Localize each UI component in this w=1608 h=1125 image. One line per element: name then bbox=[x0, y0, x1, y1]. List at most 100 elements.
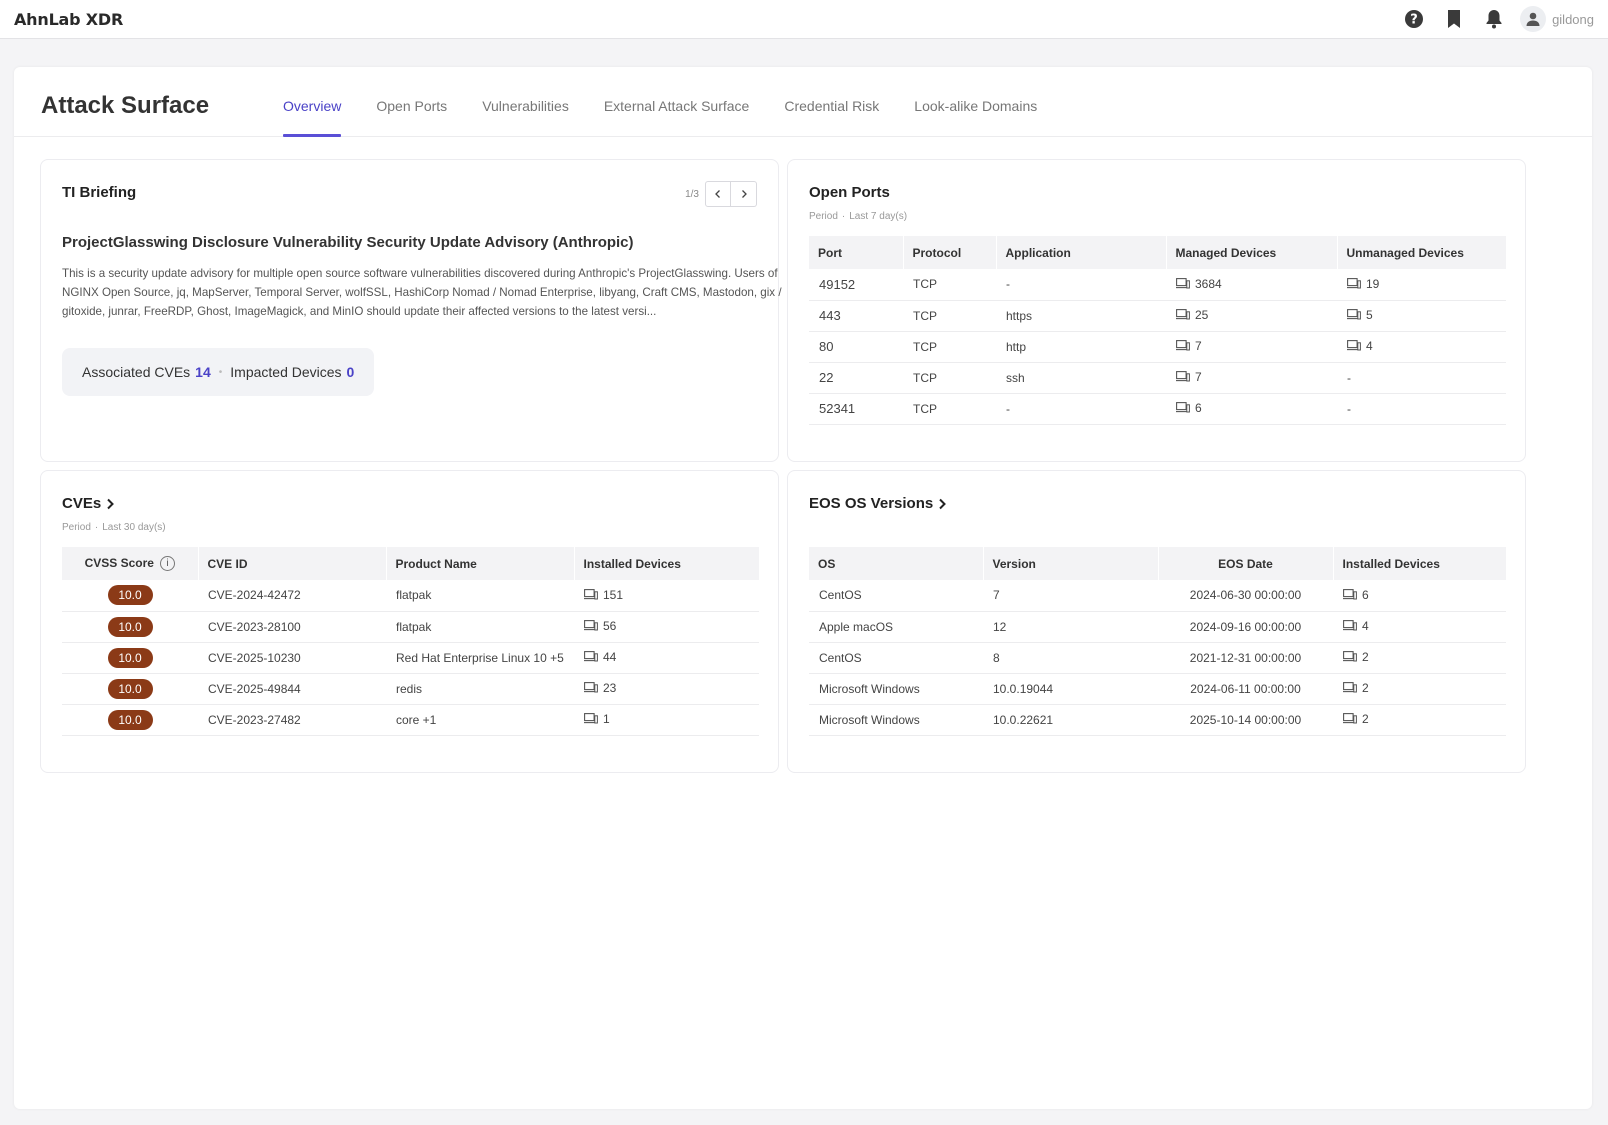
period-info: Period · Last 7 day(s) bbox=[809, 211, 907, 222]
top-icons: ? gildong bbox=[1394, 0, 1594, 39]
table-row[interactable]: Microsoft Windows 10.0.19044 2024-06-11 00… bbox=[809, 673, 1506, 705]
device-count-cell: 4 bbox=[1333, 611, 1506, 643]
table-row[interactable]: 443 TCP https 25 5 bbox=[809, 300, 1506, 332]
device-count-link[interactable]: 23 bbox=[584, 681, 616, 695]
device-count-link[interactable]: 4 bbox=[1343, 619, 1369, 633]
column-header: CVSS Score bbox=[84, 555, 154, 570]
eos-title-link[interactable]: EOS OS Versions bbox=[809, 495, 947, 512]
column-header: Protocol bbox=[902, 236, 996, 269]
table-row[interactable]: CentOS 8 2021-12-31 00:00:00 2 bbox=[809, 642, 1506, 674]
device-count-link[interactable]: 2 bbox=[1343, 650, 1369, 664]
device-count-link[interactable]: 4 bbox=[1347, 339, 1373, 353]
device-count-link[interactable]: 56 bbox=[584, 619, 616, 633]
version-cell: 10.0.19044 bbox=[983, 673, 1158, 705]
device-count-cell: 7 bbox=[1166, 331, 1337, 363]
product-name-cell: flatpak bbox=[386, 611, 574, 643]
page-panel: Attack Surface Overview Open Ports Vulne… bbox=[14, 67, 1592, 1109]
table-row[interactable]: 10.0 CVE-2023-28100 flatpak 56 bbox=[62, 611, 759, 643]
chevron-right-icon bbox=[107, 498, 115, 509]
eos-date-cell: 2025-10-14 00:00:00 bbox=[1158, 704, 1333, 736]
cves-table: CVSS Score i CVE ID Product Name Installe… bbox=[62, 547, 759, 736]
next-button[interactable] bbox=[731, 181, 757, 207]
bell-icon[interactable] bbox=[1474, 0, 1514, 39]
eos-title: EOS OS Versions bbox=[809, 495, 934, 512]
device-icon bbox=[584, 620, 598, 631]
briefing-headline[interactable]: ProjectGlasswing Disclosure Vulnerabilit… bbox=[62, 234, 634, 251]
tab-external-attack-surface[interactable]: External Attack Surface bbox=[604, 67, 750, 136]
previous-button[interactable] bbox=[705, 181, 731, 207]
device-count: 7 bbox=[1195, 369, 1202, 384]
device-count-cell: 23 bbox=[574, 673, 759, 705]
protocol-cell: TCP bbox=[903, 269, 996, 301]
device-count-link[interactable]: 3684 bbox=[1176, 277, 1222, 291]
eos-date-cell: 2024-06-30 00:00:00 bbox=[1158, 580, 1333, 612]
device-count-link[interactable]: 2 bbox=[1343, 681, 1369, 695]
device-count-link[interactable]: 44 bbox=[584, 650, 616, 664]
device-icon bbox=[1176, 402, 1190, 413]
svg-text:?: ? bbox=[1410, 13, 1418, 28]
associated-cves-count[interactable]: 14 bbox=[195, 364, 211, 380]
device-count: 2 bbox=[1362, 680, 1369, 695]
period-label: Period bbox=[62, 522, 91, 533]
device-count: 4 bbox=[1362, 618, 1369, 633]
tab-look-alike-domains[interactable]: Look-alike Domains bbox=[914, 67, 1037, 136]
help-icon[interactable]: ? bbox=[1394, 0, 1434, 39]
cves-rows: 10.0 CVE-2024-42472 flatpak 151 10.0 CVE-2023… bbox=[62, 580, 759, 736]
tab-open-ports[interactable]: Open Ports bbox=[376, 67, 447, 136]
table-header-row: OS Version EOS Date Installed Devices bbox=[809, 547, 1506, 580]
device-count-link[interactable]: 5 bbox=[1347, 308, 1373, 322]
device-count: 6 bbox=[1195, 400, 1202, 415]
table-row[interactable]: 10.0 CVE-2024-42472 flatpak 151 bbox=[62, 580, 759, 612]
user-menu[interactable]: gildong bbox=[1520, 6, 1594, 32]
device-count-link[interactable]: 7 bbox=[1176, 339, 1202, 353]
table-header-row: Port Protocol Application Managed Device… bbox=[809, 236, 1506, 269]
user-name: gildong bbox=[1552, 11, 1594, 27]
table-row[interactable]: CentOS 7 2024-06-30 00:00:00 6 bbox=[809, 580, 1506, 612]
table-row[interactable]: 22 TCP ssh 7 - bbox=[809, 362, 1506, 394]
device-count-link[interactable]: 151 bbox=[584, 588, 623, 602]
table-row[interactable]: 10.0 CVE-2025-10230 Red Hat Enterprise Lin… bbox=[62, 642, 759, 674]
table-row[interactable]: Apple macOS 12 2024-09-16 00:00:00 4 bbox=[809, 611, 1506, 643]
device-count-link[interactable]: 7 bbox=[1176, 370, 1202, 384]
device-count-link[interactable]: 6 bbox=[1176, 401, 1202, 415]
table-row[interactable]: 10.0 CVE-2023-27482 core +1 1 bbox=[62, 704, 759, 736]
tab-vulnerabilities[interactable]: Vulnerabilities bbox=[482, 67, 569, 136]
cvss-score-header: CVSS Score i bbox=[62, 547, 198, 580]
table-row[interactable]: 49152 TCP - 3684 19 bbox=[809, 269, 1506, 301]
device-count-link[interactable]: 19 bbox=[1347, 277, 1379, 291]
app-logo[interactable]: AhnLab XDR bbox=[14, 10, 123, 29]
score-cell: 10.0 bbox=[62, 704, 198, 736]
port-cell: 80 bbox=[809, 331, 903, 363]
pager-indicator: 1/3 bbox=[685, 188, 699, 200]
device-icon bbox=[584, 589, 598, 600]
device-icon bbox=[1343, 651, 1357, 662]
period-value: Last 30 day(s) bbox=[102, 522, 166, 533]
table-row[interactable]: 10.0 CVE-2025-49844 redis 23 bbox=[62, 673, 759, 705]
column-header: Unmanaged Devices bbox=[1336, 236, 1506, 269]
device-count-link[interactable]: 2 bbox=[1343, 712, 1369, 726]
device-icon bbox=[584, 682, 598, 693]
device-count-link[interactable]: 25 bbox=[1176, 308, 1208, 322]
score-cell: 10.0 bbox=[62, 611, 198, 643]
table-row[interactable]: 52341 TCP -6- bbox=[809, 393, 1506, 425]
eos-date-cell: 2024-09-16 00:00:00 bbox=[1158, 611, 1333, 643]
eos-card: EOS OS Versions OS Version EOS Date Inst… bbox=[787, 470, 1526, 773]
port-cell: 443 bbox=[809, 300, 903, 332]
device-count-cell: 25 bbox=[1166, 300, 1337, 332]
cvss-score-badge: 10.0 bbox=[107, 678, 153, 699]
cves-title-link[interactable]: CVEs bbox=[62, 495, 115, 512]
bookmark-icon[interactable] bbox=[1434, 0, 1474, 39]
cve-id-cell: CVE-2025-10230 bbox=[198, 642, 386, 674]
tab-overview[interactable]: Overview bbox=[283, 67, 342, 137]
device-count-link[interactable]: 6 bbox=[1343, 588, 1369, 602]
impacted-devices-count[interactable]: 0 bbox=[347, 364, 355, 380]
device-icon bbox=[1343, 620, 1357, 631]
table-row[interactable]: 80 TCP http 7 4 bbox=[809, 331, 1506, 363]
ti-briefing-title: TI Briefing bbox=[62, 184, 137, 201]
open-ports-title: Open Ports bbox=[809, 184, 890, 201]
table-row[interactable]: Microsoft Windows 10.0.22621 2025-10-14 00… bbox=[809, 704, 1506, 736]
device-icon bbox=[1343, 682, 1357, 693]
tab-credential-risk[interactable]: Credential Risk bbox=[784, 67, 879, 136]
device-count-link[interactable]: 1 bbox=[584, 712, 610, 726]
info-icon[interactable]: i bbox=[159, 556, 175, 572]
